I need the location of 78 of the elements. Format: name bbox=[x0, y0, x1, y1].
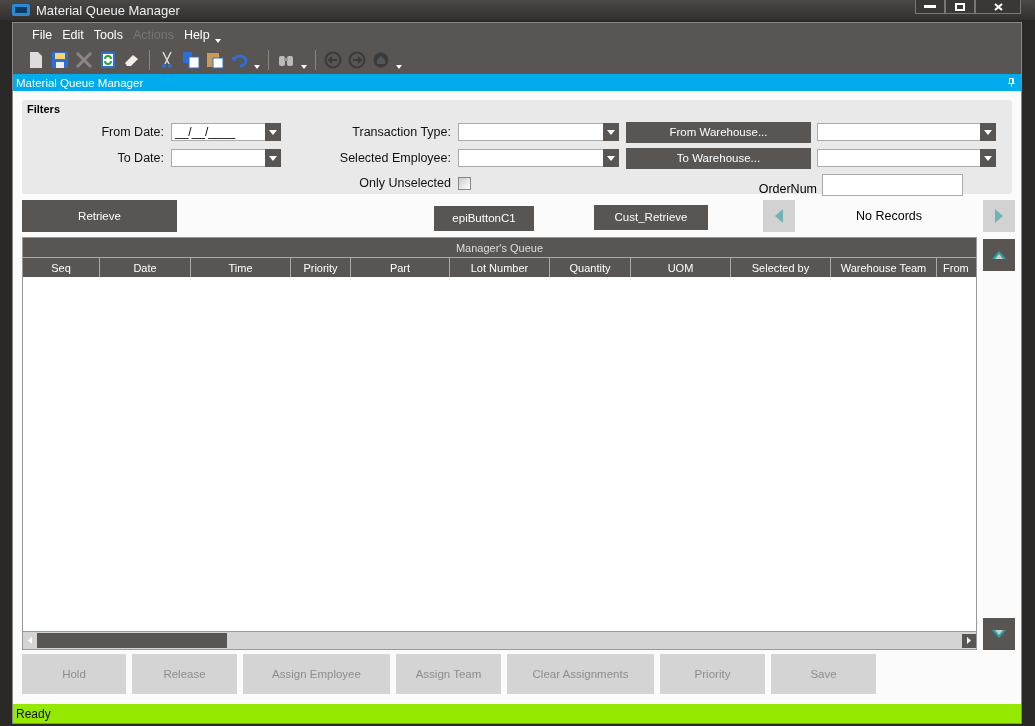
dropdown-button[interactable] bbox=[265, 149, 281, 167]
copy-icon[interactable] bbox=[182, 51, 200, 69]
from-warehouse-button[interactable]: From Warehouse... bbox=[626, 121, 811, 143]
epi-button[interactable]: epiButtonC1 bbox=[434, 205, 534, 231]
caret-icon bbox=[607, 129, 615, 135]
scroll-down-button[interactable] bbox=[983, 618, 1015, 650]
grid-title: Manager's Queue bbox=[455, 241, 544, 254]
caret-icon bbox=[984, 129, 992, 135]
column-header[interactable]: From bbox=[937, 258, 976, 277]
column-header[interactable]: Date bbox=[100, 258, 191, 277]
menu-item[interactable]: File bbox=[27, 28, 58, 42]
maximize-button[interactable] bbox=[945, 0, 975, 14]
field-label: Transaction Type: bbox=[352, 125, 452, 139]
caret-icon[interactable] bbox=[214, 39, 221, 43]
close-button[interactable] bbox=[975, 0, 1021, 14]
app-icon bbox=[12, 4, 30, 16]
field-label: Selected Employee: bbox=[339, 151, 452, 165]
column-header[interactable]: Part bbox=[351, 258, 450, 277]
paste-icon[interactable] bbox=[206, 51, 224, 69]
cust-retrieve-button[interactable]: Cust_Retrieve bbox=[594, 204, 708, 230]
to-warehouse-button[interactable]: To Warehouse... bbox=[626, 147, 811, 169]
column-header[interactable]: Warehouse Team bbox=[831, 258, 937, 277]
minimize-button[interactable] bbox=[915, 0, 945, 14]
caret-icon[interactable] bbox=[254, 65, 260, 69]
dropdown-button[interactable] bbox=[603, 149, 619, 167]
menu-item[interactable]: Tools bbox=[88, 28, 128, 42]
column-header[interactable]: Seq bbox=[23, 258, 100, 277]
retrieve-button[interactable]: Retrieve bbox=[22, 200, 177, 232]
scroll-up-button[interactable] bbox=[983, 239, 1015, 271]
dropdown-field[interactable] bbox=[817, 123, 996, 141]
filters-title: Filters bbox=[26, 102, 60, 117]
caret-icon[interactable] bbox=[396, 65, 402, 69]
dropdown-button[interactable] bbox=[980, 149, 996, 167]
panel-title: Material Queue Manager bbox=[16, 76, 144, 89]
scroll-thumb[interactable] bbox=[37, 633, 227, 648]
window-title: Material Queue Manager bbox=[36, 2, 180, 18]
order-num-field[interactable] bbox=[822, 174, 963, 196]
dropdown-button[interactable] bbox=[980, 123, 996, 141]
status-text: Ready bbox=[16, 706, 51, 721]
column-header[interactable]: Lot Number bbox=[450, 258, 550, 277]
scroll-right-icon[interactable] bbox=[967, 637, 971, 644]
minimize-icon bbox=[924, 5, 936, 8]
save-icon[interactable] bbox=[51, 51, 69, 69]
caret-icon bbox=[984, 155, 992, 161]
column-header[interactable]: Priority bbox=[291, 258, 351, 277]
caret-icon bbox=[607, 155, 615, 161]
up-arrow-icon bbox=[992, 251, 1006, 259]
dropdown-field[interactable] bbox=[817, 149, 996, 167]
dropdown-button[interactable] bbox=[265, 123, 281, 141]
new-document-icon[interactable] bbox=[27, 51, 45, 69]
close-icon bbox=[993, 2, 1003, 11]
caret-icon bbox=[269, 155, 277, 161]
checkbox-label: Only Unselected bbox=[359, 176, 452, 190]
dropdown-field[interactable] bbox=[458, 149, 619, 167]
menu-item[interactable]: Edit bbox=[57, 28, 89, 42]
column-header[interactable]: Quantity bbox=[550, 258, 631, 277]
pin-icon[interactable] bbox=[1008, 78, 1015, 87]
checkbox[interactable] bbox=[458, 176, 471, 190]
field-label: From Date: bbox=[101, 125, 165, 139]
date-field[interactable] bbox=[171, 149, 281, 167]
column-header[interactable]: Selected by bbox=[731, 258, 831, 277]
menu-item[interactable]: Help bbox=[178, 28, 215, 42]
field-label: OrderNum bbox=[758, 181, 817, 196]
right-arrow-icon bbox=[995, 209, 1003, 223]
dropdown-field[interactable] bbox=[458, 123, 619, 141]
maximize-icon bbox=[955, 2, 965, 11]
date-field[interactable]: __/__/____ bbox=[171, 123, 281, 141]
horizontal-scrollbar[interactable] bbox=[23, 631, 976, 649]
down-arrow-icon bbox=[992, 630, 1006, 638]
left-arrow-icon bbox=[775, 209, 783, 223]
dropdown-button[interactable] bbox=[603, 123, 619, 141]
caret-icon[interactable] bbox=[301, 65, 307, 69]
field-label: To Date: bbox=[117, 151, 165, 165]
caret-icon bbox=[269, 129, 277, 135]
column-header[interactable]: Time bbox=[191, 258, 291, 277]
refresh-icon[interactable] bbox=[99, 51, 117, 69]
record-status: No Records bbox=[855, 209, 923, 223]
column-header[interactable]: UOM bbox=[631, 258, 731, 277]
